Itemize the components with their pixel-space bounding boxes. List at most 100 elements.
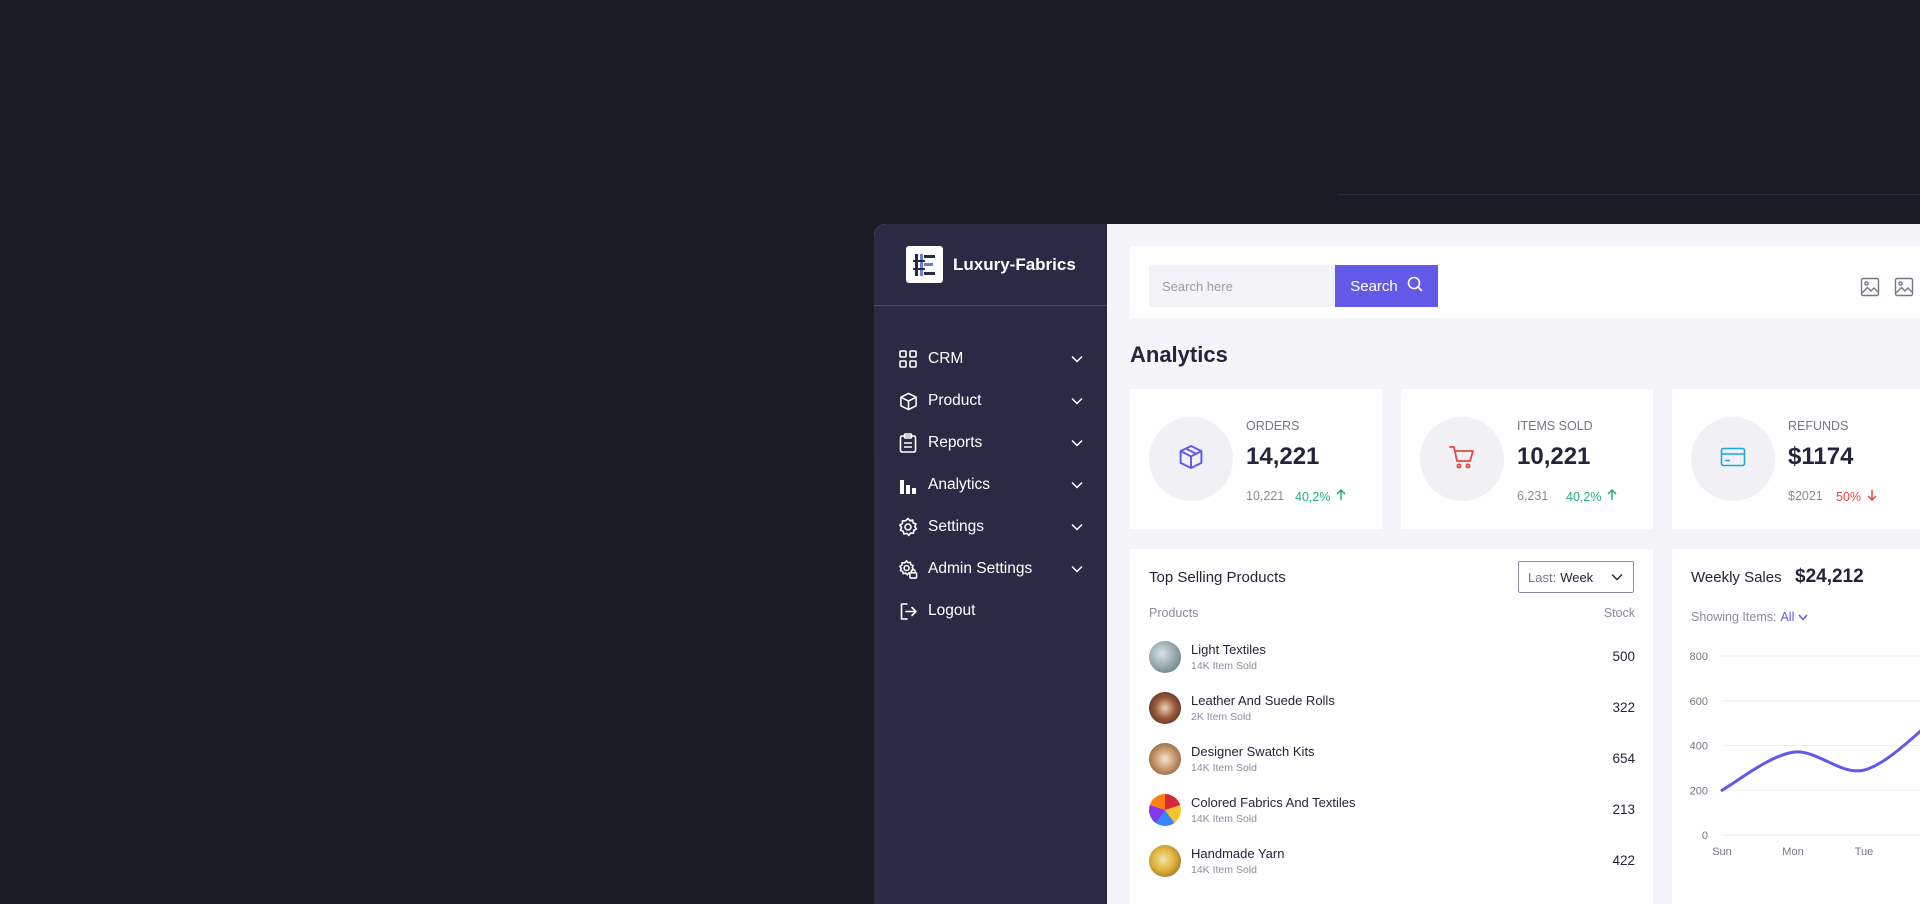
gallery-icon[interactable]: [1893, 276, 1915, 298]
product-name: Designer Swatch Kits: [1191, 743, 1315, 759]
product-thumbnail: [1149, 640, 1181, 673]
dropdown-value: Week: [1560, 569, 1594, 585]
sidebar: Luxury-Fabrics CRM Product Reports Analy…: [874, 224, 1107, 904]
product-stock: 213: [1612, 802, 1635, 817]
product-thumbnail: [1149, 691, 1181, 724]
gear-icon: [898, 517, 918, 537]
showing-label: Showing Items:: [1691, 610, 1777, 624]
sidebar-item-label: Reports: [928, 434, 983, 451]
column-header-products: Products: [1149, 606, 1199, 620]
image-icon[interactable]: [1859, 276, 1881, 298]
sidebar-item-crm[interactable]: CRM: [874, 338, 1107, 380]
sidebar-item-product[interactable]: Product: [874, 380, 1107, 422]
product-stock: 422: [1612, 853, 1635, 868]
sidebar-item-label: Settings: [928, 518, 985, 535]
weekly-sales-chart: 0200400600800SunMonTueWed: [1690, 651, 1920, 858]
stat-value: $1174: [1788, 443, 1854, 470]
stat-previous: $2021: [1788, 489, 1823, 503]
stat-value: 10,221: [1517, 443, 1591, 470]
chevron-down-icon: [1071, 521, 1083, 533]
panel-title: Top Selling Products: [1149, 569, 1286, 586]
list-item[interactable]: Handmade Yarn 14K Item Sold 422: [1149, 835, 1635, 886]
sidebar-item-reports[interactable]: Reports: [874, 422, 1107, 464]
cart-icon: [1449, 445, 1475, 474]
top-bar: Search: [1130, 246, 1920, 318]
series-line: [1720, 729, 1920, 792]
product-stock: 654: [1612, 751, 1635, 766]
stat-previous: 10,221: [1246, 489, 1285, 503]
stat-value: 14,221: [1246, 443, 1320, 470]
stat-change: 40,2%: [1295, 488, 1346, 504]
bar-chart-icon: [898, 475, 918, 495]
product-info: Designer Swatch Kits 14K Item Sold: [1191, 744, 1612, 774]
chevron-down-icon: [1071, 395, 1083, 407]
arrow-up-icon: [1336, 488, 1346, 504]
weekly-sales-total: $24,212: [1795, 566, 1864, 587]
product-name: Leather And Suede Rolls: [1191, 692, 1335, 708]
logout-icon: [898, 601, 918, 621]
search-icon: [1407, 276, 1423, 296]
chevron-down-icon: [1071, 437, 1083, 449]
product-list: Light Textiles 14K Item Sold 500 Leather…: [1149, 631, 1635, 886]
grid-icon: [898, 349, 918, 369]
list-item[interactable]: Light Textiles 14K Item Sold 500: [1149, 631, 1635, 682]
background-divider: [1338, 194, 1920, 195]
y-tick-label: 600: [1690, 696, 1708, 708]
sidebar-item-analytics[interactable]: Analytics: [874, 464, 1107, 506]
search-button-label: Search: [1350, 277, 1398, 295]
arrow-down-icon: [1867, 489, 1877, 504]
top-actions: [1859, 276, 1915, 298]
y-tick-label: 200: [1690, 785, 1708, 797]
product-name: Colored Fabrics And Textiles: [1191, 794, 1356, 810]
chevron-down-icon: [1611, 573, 1623, 581]
chevron-down-icon: [1071, 479, 1083, 491]
period-dropdown[interactable]: Last: Week: [1518, 561, 1634, 593]
y-tick-label: 800: [1690, 651, 1708, 663]
list-item[interactable]: Designer Swatch Kits 14K Item Sold 654: [1149, 733, 1635, 784]
stat-card-items-sold: ITEMS SOLD 10,221 6,231 40,2%: [1401, 389, 1653, 529]
y-tick-label: 0: [1702, 830, 1708, 842]
stat-label: ORDERS: [1246, 419, 1300, 433]
sidebar-item-admin-settings[interactable]: Admin Settings: [874, 548, 1107, 590]
showing-filter[interactable]: All: [1780, 610, 1808, 624]
sidebar-item-logout[interactable]: Logout: [874, 590, 1107, 632]
arrow-up-icon: [1607, 488, 1617, 504]
stat-change-value: 50%: [1836, 489, 1862, 504]
box-icon: [898, 391, 918, 411]
chevron-down-icon: [1798, 610, 1808, 624]
product-thumbnail: [1149, 844, 1181, 877]
brand: Luxury-Fabrics: [874, 224, 1107, 306]
list-item[interactable]: Colored Fabrics And Textiles 14K Item So…: [1149, 784, 1635, 835]
product-thumbnail: [1149, 793, 1181, 826]
sidebar-item-settings[interactable]: Settings: [874, 506, 1107, 548]
box-icon: [1178, 444, 1204, 475]
page-title: Analytics: [1130, 342, 1228, 367]
x-tick-label: Tue: [1855, 846, 1874, 858]
product-info: Handmade Yarn 14K Item Sold: [1191, 846, 1612, 876]
showing-value: All: [1780, 610, 1795, 624]
stat-previous: 6,231: [1517, 489, 1549, 503]
product-sold: 2K Item Sold: [1191, 710, 1252, 723]
list-item[interactable]: Leather And Suede Rolls 2K Item Sold 322: [1149, 682, 1635, 733]
search-input[interactable]: [1149, 265, 1335, 307]
dropdown-prefix: Last:: [1528, 569, 1557, 585]
column-header-stock: Stock: [1603, 606, 1635, 620]
product-sold: 14K Item Sold: [1191, 812, 1257, 825]
sidebar-item-label: Product: [928, 392, 982, 409]
stat-label: REFUNDS: [1788, 419, 1849, 433]
brand-name: Luxury-Fabrics: [953, 254, 1076, 274]
stat-label: ITEMS SOLD: [1517, 419, 1593, 433]
y-tick-label: 400: [1690, 741, 1708, 753]
top-selling-panel: Top Selling Products Last: Week Products…: [1130, 549, 1653, 904]
search-button[interactable]: Search: [1335, 265, 1438, 307]
product-name: Light Textiles: [1191, 641, 1266, 657]
stat-icon-wrap: [1691, 417, 1775, 501]
chevron-down-icon: [1071, 563, 1083, 575]
product-stock: 322: [1612, 700, 1635, 715]
product-info: Leather And Suede Rolls 2K Item Sold: [1191, 693, 1612, 723]
main-content: Search Analytics ORDER: [1107, 224, 1920, 904]
stat-change: 40,2%: [1566, 488, 1617, 504]
stat-icon-wrap: [1149, 417, 1233, 501]
sidebar-item-label: Analytics: [928, 476, 991, 493]
stat-change-value: 40,2%: [1566, 489, 1602, 504]
